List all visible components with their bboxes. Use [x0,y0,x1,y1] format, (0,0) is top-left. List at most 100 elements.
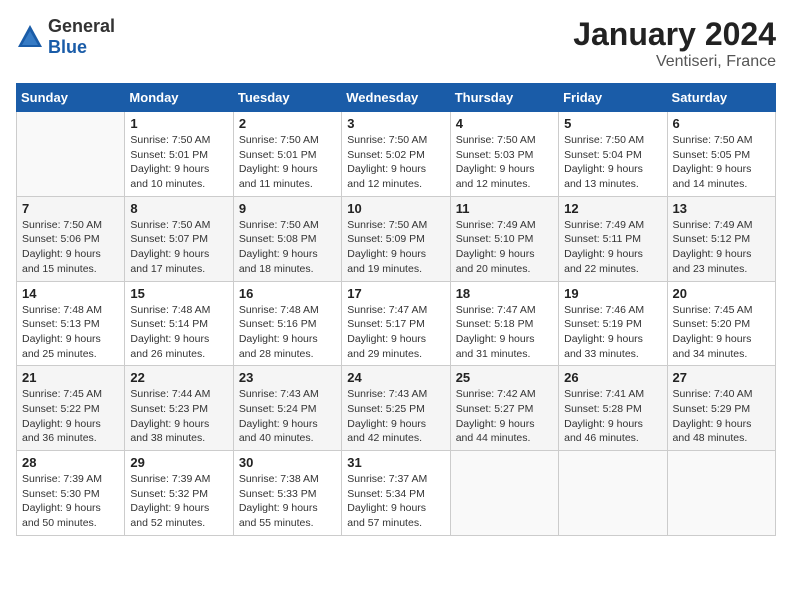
sunrise-label: Sunrise: 7:49 AM [456,219,536,231]
sunrise-label: Sunrise: 7:37 AM [347,473,427,485]
sunrise-label: Sunrise: 7:50 AM [456,134,536,146]
sunset-label: Sunset: 5:06 PM [22,233,100,245]
day-detail: Sunrise: 7:43 AMSunset: 5:25 PMDaylight:… [347,387,444,446]
sunrise-label: Sunrise: 7:50 AM [347,134,427,146]
day-number: 24 [347,370,444,385]
daylight-label: Daylight: 9 hours and 12 minutes. [347,163,426,190]
day-detail: Sunrise: 7:49 AMSunset: 5:10 PMDaylight:… [456,218,553,277]
sunrise-label: Sunrise: 7:50 AM [239,134,319,146]
day-number: 20 [673,286,770,301]
daylight-label: Daylight: 9 hours and 17 minutes. [130,248,209,275]
day-number: 27 [673,370,770,385]
daylight-label: Daylight: 9 hours and 23 minutes. [673,248,752,275]
day-detail: Sunrise: 7:48 AM Sunset: 5:13 PM Daylight:… [22,303,119,362]
sunset-label: Sunset: 5:05 PM [673,149,751,161]
daylight-label: Daylight: 9 hours and 28 minutes. [239,333,318,360]
sunset-label: Sunset: 5:33 PM [239,488,317,500]
sunset-label: Sunset: 5:28 PM [564,403,642,415]
calendar-day-cell: 19 Sunrise: 7:46 AMSunset: 5:19 PMDayligh… [559,281,667,366]
calendar-day-cell: 2Sunrise: 7:50 AMSunset: 5:01 PMDaylight… [233,112,341,197]
day-detail: Sunrise: 7:47 AMSunset: 5:18 PMDaylight:… [456,303,553,362]
calendar-day-cell: 17Sunrise: 7:47 AMSunset: 5:17 PMDayligh… [342,281,450,366]
daylight-label: Daylight: 9 hours and 38 minutes. [130,418,209,445]
calendar-day-cell: 14 Sunrise: 7:48 AM Sunset: 5:13 PM Dayligh… [17,281,125,366]
sunrise-label: Sunrise: 7:50 AM [130,134,210,146]
logo-icon [16,23,44,51]
daylight-label: Daylight: 9 hours and 52 minutes. [130,502,209,529]
day-detail: Sunrise: 7:42 AMSunset: 5:27 PMDaylight:… [456,387,553,446]
daylight-label: Daylight: 9 hours and 22 minutes. [564,248,643,275]
daylight-label: Daylight: 9 hours and 31 minutes. [456,333,535,360]
sunset-label: Sunset: 5:10 PM [456,233,534,245]
day-number: 16 [239,286,336,301]
day-number: 7 [22,201,119,216]
calendar-day-cell: 4Sunrise: 7:50 AMSunset: 5:03 PMDaylight… [450,112,558,197]
day-number: 21 [22,370,119,385]
calendar-table: Sunday Monday Tuesday Wednesday Thursday… [16,83,776,536]
daylight-label: Daylight: 9 hours and 40 minutes. [239,418,318,445]
sunset-label: Sunset: 5:03 PM [456,149,534,161]
header-friday: Friday [559,84,667,112]
day-detail: Sunrise: 7:50 AMSunset: 5:09 PMDaylight:… [347,218,444,277]
calendar-week-row: 7 Sunrise: 7:50 AM Sunset: 5:06 PM Daylight… [17,196,776,281]
daylight-label: Daylight: 9 hours and 11 minutes. [239,163,318,190]
daylight-label: Daylight: 9 hours and 25 minutes. [22,333,101,360]
calendar-day-cell: 1Sunrise: 7:50 AMSunset: 5:01 PMDaylight… [125,112,233,197]
day-number: 19 [564,286,661,301]
day-number: 5 [564,116,661,131]
sunset-label: Sunset: 5:08 PM [239,233,317,245]
sunrise-label: Sunrise: 7:39 AM [130,473,210,485]
day-detail: Sunrise: 7:46 AMSunset: 5:19 PMDaylight:… [564,303,661,362]
calendar-day-cell: 12Sunrise: 7:49 AMSunset: 5:11 PMDayligh… [559,196,667,281]
day-detail: Sunrise: 7:45 AMSunset: 5:20 PMDaylight:… [673,303,770,362]
day-number: 8 [130,201,227,216]
day-number: 26 [564,370,661,385]
sunset-label: Sunset: 5:20 PM [673,318,751,330]
sunset-label: Sunset: 5:16 PM [239,318,317,330]
sunrise-label: Sunrise: 7:40 AM [673,388,753,400]
daylight-label: Daylight: 9 hours and 26 minutes. [130,333,209,360]
sunrise-label: Sunrise: 7:38 AM [239,473,319,485]
calendar-day-cell: 10Sunrise: 7:50 AMSunset: 5:09 PMDayligh… [342,196,450,281]
day-detail: Sunrise: 7:50 AMSunset: 5:04 PMDaylight:… [564,133,661,192]
sunrise-label: Sunrise: 7:44 AM [130,388,210,400]
day-detail: Sunrise: 7:40 AMSunset: 5:29 PMDaylight:… [673,387,770,446]
sunset-label: Sunset: 5:01 PM [130,149,208,161]
sunset-label: Sunset: 5:29 PM [673,403,751,415]
day-number: 2 [239,116,336,131]
day-number: 12 [564,201,661,216]
day-number: 18 [456,286,553,301]
daylight-label: Daylight: 9 hours and 44 minutes. [456,418,535,445]
calendar-day-cell: 21Sunrise: 7:45 AMSunset: 5:22 PMDayligh… [17,366,125,451]
sunset-label: Sunset: 5:17 PM [347,318,425,330]
sunset-label: Sunset: 5:07 PM [130,233,208,245]
calendar-day-cell: 5 Sunrise: 7:50 AMSunset: 5:04 PMDaylight… [559,112,667,197]
sunset-label: Sunset: 5:04 PM [564,149,642,161]
sunset-label: Sunset: 5:13 PM [22,318,100,330]
sunset-label: Sunset: 5:14 PM [130,318,208,330]
sunset-label: Sunset: 5:34 PM [347,488,425,500]
sunrise-label: Sunrise: 7:48 AM [22,304,102,316]
sunset-label: Sunset: 5:24 PM [239,403,317,415]
daylight-label: Daylight: 9 hours and 10 minutes. [130,163,209,190]
logo: General Blue [16,16,115,58]
calendar-header: Sunday Monday Tuesday Wednesday Thursday… [17,84,776,112]
sunset-label: Sunset: 5:23 PM [130,403,208,415]
daylight-label: Daylight: 9 hours and 33 minutes. [564,333,643,360]
sunrise-label: Sunrise: 7:41 AM [564,388,644,400]
calendar-week-row: 21Sunrise: 7:45 AMSunset: 5:22 PMDayligh… [17,366,776,451]
daylight-label: Daylight: 9 hours and 19 minutes. [347,248,426,275]
calendar-day-cell [667,451,775,536]
calendar-day-cell: 3Sunrise: 7:50 AMSunset: 5:02 PMDaylight… [342,112,450,197]
calendar-day-cell: 31Sunrise: 7:37 AMSunset: 5:34 PMDayligh… [342,451,450,536]
day-number: 14 [22,286,119,301]
daylight-label: Daylight: 9 hours and 34 minutes. [673,333,752,360]
sunrise-label: Sunrise: 7:50 AM [239,219,319,231]
day-detail: Sunrise: 7:37 AMSunset: 5:34 PMDaylight:… [347,472,444,531]
calendar-day-cell: 22Sunrise: 7:44 AMSunset: 5:23 PMDayligh… [125,366,233,451]
calendar-day-cell: 28Sunrise: 7:39 AMSunset: 5:30 PMDayligh… [17,451,125,536]
daylight-label: Daylight: 9 hours and 50 minutes. [22,502,101,529]
day-detail: Sunrise: 7:38 AMSunset: 5:33 PMDaylight:… [239,472,336,531]
calendar-week-row: 1Sunrise: 7:50 AMSunset: 5:01 PMDaylight… [17,112,776,197]
day-detail: Sunrise: 7:50 AMSunset: 5:07 PMDaylight:… [130,218,227,277]
